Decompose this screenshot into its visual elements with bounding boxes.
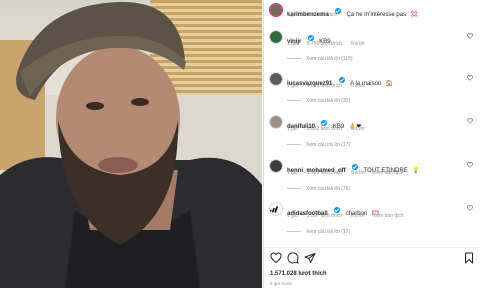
heart-icon[interactable] bbox=[467, 33, 473, 39]
commenter-avatar[interactable] bbox=[269, 115, 283, 129]
comment-likes[interactable]: 3.632 lượt thích bbox=[307, 126, 342, 132]
avatar-fill bbox=[270, 31, 282, 43]
reply-button[interactable]: Trả lời bbox=[350, 41, 364, 47]
actions-divider bbox=[264, 247, 480, 248]
share-icon[interactable] bbox=[304, 252, 316, 264]
commenter-avatar[interactable] bbox=[269, 202, 283, 216]
commenter-avatar[interactable] bbox=[269, 30, 283, 44]
author-avatar[interactable] bbox=[269, 3, 283, 17]
reply-button[interactable]: Trả lời bbox=[350, 213, 364, 219]
view-replies-label[interactable]: Xem câu trả lời (17) bbox=[306, 142, 350, 148]
view-replies-label[interactable]: Xem câu trả lời (17) bbox=[306, 229, 350, 235]
comment-emoji: 🏠 bbox=[385, 81, 394, 87]
action-bar bbox=[264, 252, 480, 266]
comment-meta: 1 giờ 8.750 lượt thích Trả lời bbox=[287, 41, 372, 47]
heart-icon[interactable] bbox=[467, 205, 473, 211]
translate-button[interactable]: Xem bản dịch bbox=[373, 213, 404, 219]
comment-likes[interactable]: 1.980 lượt thích bbox=[307, 170, 342, 176]
caption-meta: 2 giờ Xem bản dịch bbox=[287, 12, 344, 18]
comment-time: 1 giờ bbox=[287, 41, 299, 47]
translate-button[interactable]: Xem bản dịch bbox=[373, 170, 404, 176]
reply-button[interactable]: Trả lời bbox=[350, 83, 364, 89]
heart-icon[interactable] bbox=[467, 118, 473, 124]
view-replies[interactable]: Xem câu trả lời (30) bbox=[287, 98, 350, 104]
caption-emoji: 💢 bbox=[410, 12, 419, 18]
view-replies-label[interactable]: Xem câu trả lời (30) bbox=[306, 98, 350, 104]
view-replies-label[interactable]: Xem câu trả lời (115) bbox=[306, 56, 353, 62]
comment-likes[interactable]: 8.750 lượt thích bbox=[307, 41, 342, 47]
reply-button[interactable]: Trả lời bbox=[350, 126, 364, 132]
comment-time: 1 giờ bbox=[287, 213, 299, 219]
view-replies[interactable]: Xem câu trả lời (115) bbox=[287, 56, 353, 62]
heart-icon[interactable] bbox=[467, 75, 473, 81]
caption-translate[interactable]: Xem bản dịch bbox=[307, 12, 338, 18]
heart-icon[interactable] bbox=[467, 162, 473, 168]
caption-time: 2 giờ bbox=[287, 12, 299, 18]
reply-button[interactable]: Trả lời bbox=[350, 170, 364, 176]
post-caption: karimbenzema Ça ne m'intéresse pas 💢 2 g… bbox=[264, 0, 480, 24]
comments-panel: karimbenzema Ça ne m'intéresse pas 💢 2 g… bbox=[263, 0, 480, 288]
like-heart-icon[interactable] bbox=[270, 252, 282, 264]
comment-emoji: 💡 bbox=[412, 168, 420, 174]
comment-likes[interactable]: 4.093 lượt thích bbox=[307, 83, 342, 89]
commenter-avatar[interactable] bbox=[269, 72, 283, 86]
comment-meta: 1 giờ 2.597 lượt thích Trả lời Xem bản d… bbox=[287, 213, 411, 219]
comment-meta: 1 giờ 4.093 lượt thích Trả lời bbox=[287, 83, 372, 89]
comment-meta: 1 giờ 3.632 lượt thích Trả lời bbox=[287, 126, 372, 132]
comment-meta: 1 giờ 1.980 lượt thích Trả lời Xem bản d… bbox=[287, 170, 411, 176]
comment-likes[interactable]: 2.597 lượt thích bbox=[307, 213, 342, 219]
view-replies[interactable]: Xem câu trả lời (76) bbox=[287, 186, 350, 192]
comment-time: 1 giờ bbox=[287, 170, 299, 176]
commenter-avatar[interactable] bbox=[269, 159, 283, 173]
view-replies[interactable]: Xem câu trả lời (17) bbox=[287, 142, 350, 148]
view-replies-label[interactable]: Xem câu trả lời (76) bbox=[306, 186, 350, 192]
post-like-count[interactable]: 1.571.028 lượt thích bbox=[270, 271, 327, 277]
post-time-ago: 2 giờ trước bbox=[270, 281, 293, 286]
comment-time: 1 giờ bbox=[287, 83, 299, 89]
adidas-logo-icon bbox=[270, 206, 279, 213]
comment-icon[interactable] bbox=[287, 252, 299, 264]
caption-text: Ça ne m'intéresse pas bbox=[346, 12, 407, 18]
post-photo[interactable] bbox=[0, 0, 262, 288]
view-replies[interactable]: Xem câu trả lời (17) bbox=[287, 229, 350, 235]
portrait-figure bbox=[0, 1, 262, 288]
bookmark-icon[interactable] bbox=[463, 252, 475, 264]
comment-time: 1 giờ bbox=[287, 126, 299, 132]
